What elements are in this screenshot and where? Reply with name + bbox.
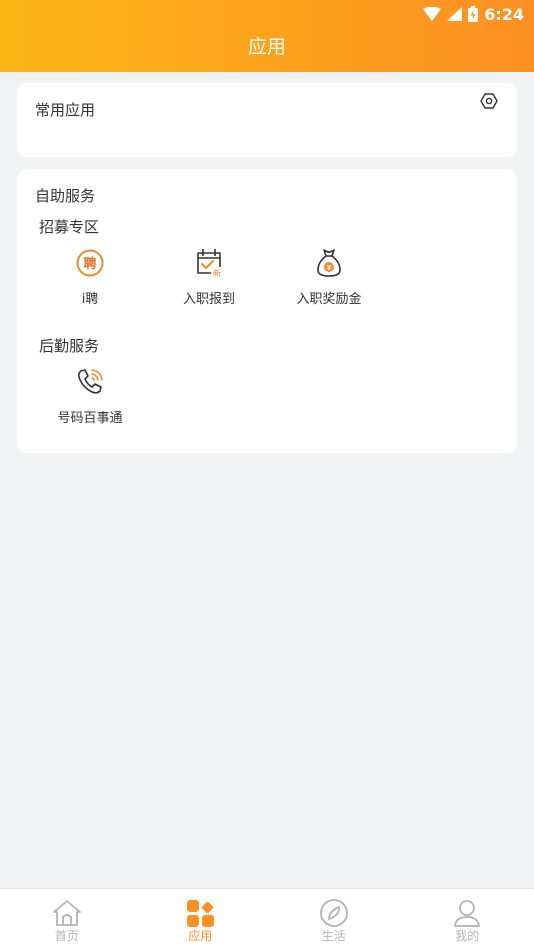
home-icon — [52, 900, 81, 926]
app-onboarding[interactable]: 新 入职报到 — [159, 246, 259, 307]
tab-label: 我的 — [455, 929, 480, 943]
calendar-check-icon: 新 — [197, 249, 223, 278]
self-service-title: 自助服务 — [35, 187, 96, 205]
bottom-tabbar: 首页 应用 生活 我的 — [0, 888, 534, 950]
tab-apps[interactable]: 应用 — [134, 889, 268, 950]
svg-text:新: 新 — [213, 268, 221, 278]
tab-label: 生活 — [321, 929, 346, 943]
app-label: 入职报到 — [182, 292, 235, 307]
wifi-icon — [423, 7, 442, 21]
apps-grid-icon — [187, 900, 215, 927]
app-onboarding-bonus[interactable]: ¥ 入职奖励金 — [279, 246, 379, 307]
app-label: i聘 — [81, 292, 99, 307]
compass-icon — [319, 899, 348, 927]
svg-text:¥: ¥ — [327, 264, 332, 272]
money-bag-icon: ¥ — [317, 249, 341, 277]
group-title-logistics: 后勤服务 — [39, 337, 100, 355]
group-title-recruit: 招募专区 — [39, 218, 100, 236]
tab-label: 应用 — [188, 929, 213, 943]
user-icon — [454, 900, 481, 927]
common-apps-title: 常用应用 — [35, 101, 96, 119]
page-title: 应用 — [247, 36, 286, 58]
app-label: 入职奖励金 — [296, 292, 362, 307]
app-phone-directory[interactable]: 号码百事通 — [40, 365, 140, 426]
phone-call-icon — [77, 369, 103, 394]
self-service-card: 自助服务 招募专区 聘 i聘 新 入职报到 ¥ 入职奖励金 后勤服务 号码百事通 — [17, 169, 517, 453]
status-bar: 6:24 — [423, 4, 524, 24]
app-ipin[interactable]: 聘 i聘 — [40, 246, 140, 307]
app-header: 6:24 应用 — [0, 0, 534, 72]
tab-mine[interactable]: 我的 — [401, 889, 534, 950]
app-label: 号码百事通 — [57, 411, 123, 426]
signal-icon — [447, 7, 463, 21]
status-time: 6:24 — [484, 4, 524, 24]
svg-text:聘: 聘 — [83, 256, 96, 272]
battery-icon — [468, 6, 479, 22]
common-apps-card: 常用应用 — [17, 83, 517, 157]
tab-home[interactable]: 首页 — [0, 889, 134, 950]
tab-label: 首页 — [54, 929, 79, 943]
pin-recruit-icon: 聘 — [76, 249, 104, 277]
settings-icon[interactable] — [480, 92, 498, 110]
tab-life[interactable]: 生活 — [267, 889, 401, 950]
